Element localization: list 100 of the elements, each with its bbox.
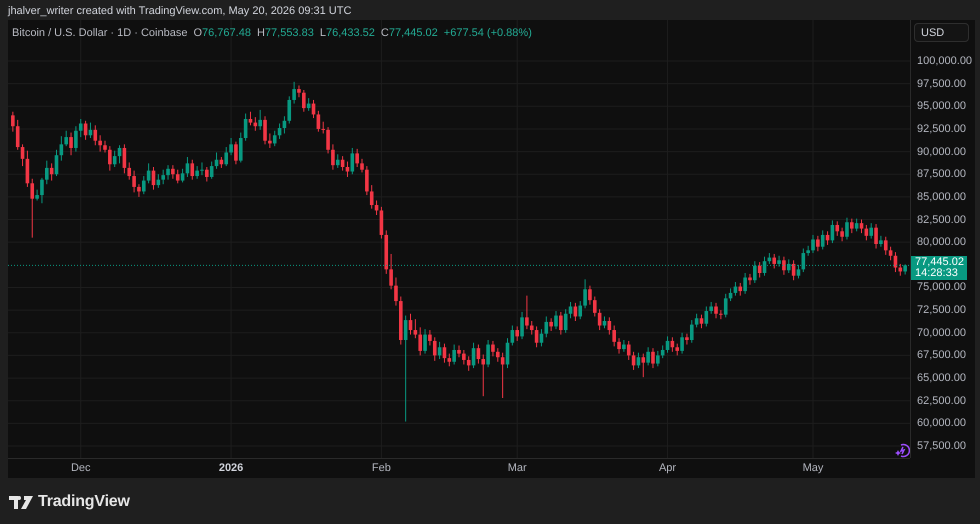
candlestick <box>103 140 107 153</box>
currency-button[interactable]: USD <box>914 23 969 42</box>
candlestick <box>632 351 636 370</box>
candlestick <box>762 256 766 276</box>
candlestick <box>156 174 160 188</box>
candlestick <box>500 352 504 398</box>
candlestick <box>404 315 408 422</box>
price-label: 75,000.00 <box>917 281 966 294</box>
candlestick <box>592 296 597 317</box>
candlestick <box>879 235 883 248</box>
candlestick <box>564 308 568 334</box>
price-change: +677.54 (+0.88%) <box>444 27 532 39</box>
candlestick <box>515 326 519 342</box>
candlestick <box>50 162 54 182</box>
candlestick <box>869 222 874 240</box>
price-label: 72,500.00 <box>917 304 966 316</box>
candlestick <box>792 260 796 281</box>
candlestick <box>312 99 316 119</box>
candlestick <box>428 330 432 346</box>
candlestick <box>438 341 442 360</box>
candlestick <box>176 169 180 184</box>
candlestick <box>472 342 476 369</box>
candlestick <box>525 295 529 330</box>
candlestick <box>11 111 15 132</box>
date-label: Apr <box>658 462 676 474</box>
candlestick <box>282 116 286 134</box>
candlestick <box>346 161 350 178</box>
candlestick <box>278 123 282 140</box>
candlestick <box>84 120 88 140</box>
candlestick <box>258 109 262 130</box>
candlestick <box>263 116 267 145</box>
candlestick <box>685 333 689 346</box>
candlestick <box>602 316 606 329</box>
candlestick <box>534 326 538 348</box>
candlestick <box>850 218 854 234</box>
candlestick <box>622 340 626 352</box>
candlestick <box>670 336 674 352</box>
candlestick <box>78 118 83 138</box>
price-label: 92,500.00 <box>917 122 966 135</box>
price-label: 100,000.00 <box>917 55 972 67</box>
candlestick <box>122 144 126 174</box>
candlestick <box>884 236 888 256</box>
candlestick <box>510 325 514 346</box>
candlestick <box>457 344 461 358</box>
candlestick <box>30 178 34 238</box>
candlestick <box>442 343 446 364</box>
candlestick <box>210 161 214 180</box>
price-label: 80,000.00 <box>917 236 966 248</box>
candlestick <box>530 320 534 336</box>
candlestick <box>540 328 544 347</box>
last-price-tag: 77,445.02 14:28:33 <box>911 256 967 280</box>
candlestick <box>826 230 830 246</box>
sparkle-icon[interactable] <box>895 442 910 458</box>
candlestick <box>835 220 840 236</box>
candlestick <box>195 166 199 180</box>
candlestick <box>612 325 616 347</box>
candlestick <box>820 230 825 250</box>
logo-text: TradingView <box>38 493 130 511</box>
candlestick <box>306 98 310 112</box>
candlestick <box>234 141 238 165</box>
candlestick <box>903 264 907 275</box>
candlestick <box>336 154 340 168</box>
date-label: Feb <box>372 462 391 474</box>
candlestick <box>704 306 708 327</box>
candlestick <box>93 124 98 146</box>
candlestick <box>777 255 781 268</box>
candlestick <box>743 272 747 294</box>
candlestick <box>719 310 723 320</box>
price-label: 85,000.00 <box>917 190 966 203</box>
candlestick <box>734 282 738 296</box>
candlestick <box>554 310 558 330</box>
candlestick <box>69 132 73 156</box>
candlestick <box>496 348 500 362</box>
candlestick <box>617 338 621 354</box>
candlestick <box>146 162 150 184</box>
candlestick <box>272 130 277 147</box>
candlestick <box>816 235 820 252</box>
candlestick <box>694 313 698 328</box>
candlestick <box>874 224 878 250</box>
candlestick <box>142 176 146 195</box>
candlestick <box>680 332 684 354</box>
ohlc-value: C77,445.02 <box>380 27 438 39</box>
candlestick <box>651 348 655 369</box>
candlestick <box>568 301 572 319</box>
candlestick <box>331 144 335 170</box>
attribution-text: jhalver_writer created with TradingView.com, May 20, 2026 09:31 UTC <box>6 4 352 19</box>
price-label: 90,000.00 <box>917 146 966 158</box>
candlestick <box>636 352 640 369</box>
candlestick <box>238 132 243 163</box>
candlestick <box>118 144 122 164</box>
candlestick <box>656 350 660 367</box>
price-label: 57,500.00 <box>917 440 966 452</box>
candlestick <box>864 224 868 241</box>
candlestick <box>700 314 704 329</box>
candlestick <box>287 96 292 124</box>
candlestick <box>54 149 58 177</box>
candlestick <box>796 264 800 279</box>
candlestick <box>132 170 136 193</box>
date-label: 2026 <box>218 462 244 474</box>
candlestick <box>452 344 456 365</box>
